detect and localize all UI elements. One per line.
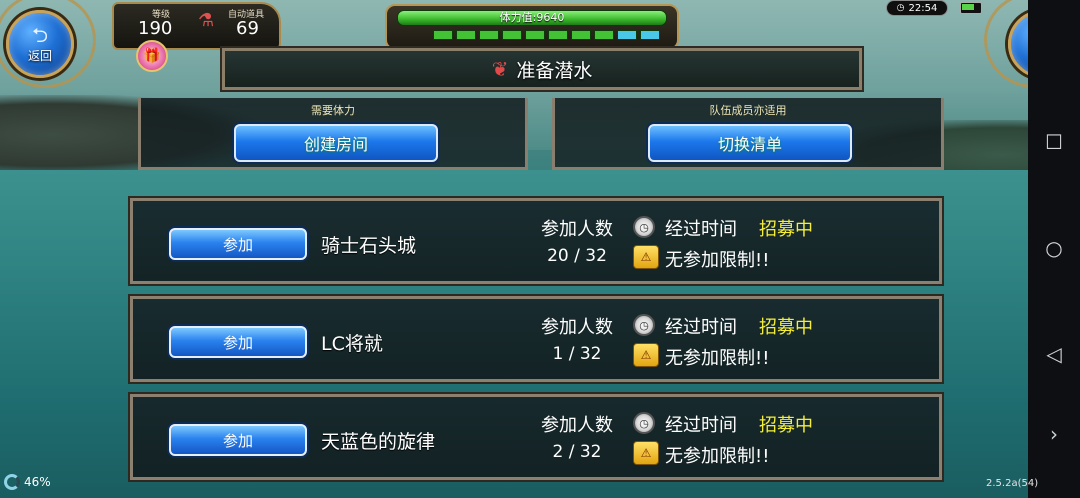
stamina-segment xyxy=(617,30,637,40)
join-button[interactable]: 参加 xyxy=(169,326,307,358)
participant-count: 1 / 32 xyxy=(552,344,602,364)
restriction-text: 无参加限制!! xyxy=(665,250,770,271)
chevron-right-icon[interactable]: › xyxy=(1028,414,1080,454)
elapsed-time-label: 经过时间 xyxy=(665,415,737,436)
clock-time: 22:54 xyxy=(908,2,938,14)
join-button[interactable]: 参加 xyxy=(169,228,307,260)
dive-icon: ❦ xyxy=(491,57,509,81)
stamina-bar: 体力值:9640 xyxy=(397,10,667,26)
list-item: 参加 LC将就 参加人数 1 / 32 ◷ 经过时间 招募中 ⚠ 无参加限制!! xyxy=(128,294,944,384)
create-room-panel: 需要体力 创建房间 xyxy=(138,98,528,170)
join-button[interactable]: 参加 xyxy=(169,424,307,456)
stamina-segment xyxy=(594,30,614,40)
switch-list-button[interactable]: 切换清单 xyxy=(648,124,852,162)
stamina-required-label: 需要体力 xyxy=(311,104,355,117)
stamina-segment xyxy=(640,30,660,40)
switch-list-panel: 队伍成员亦适用 切换清单 xyxy=(552,98,944,170)
restriction-icon: ⚠ xyxy=(633,245,659,269)
stamina-segment xyxy=(433,30,453,40)
list-item: 参加 天蓝色的旋律 参加人数 2 / 32 ◷ 经过时间 招募中 ⚠ 无参加限制… xyxy=(128,392,944,482)
progress-indicator: 46% xyxy=(4,474,51,490)
return-arrow-icon: ⮌ xyxy=(31,22,49,47)
back-button[interactable]: ⮌ 返回 xyxy=(6,10,74,78)
stamina-segment xyxy=(525,30,545,40)
list-item: 参加 骑士石头城 参加人数 20 / 32 ◷ 经过时间 招募中 ⚠ 无参加限制… xyxy=(128,196,944,286)
stopwatch-icon: ◷ xyxy=(633,412,655,434)
restriction-icon: ⚠ xyxy=(633,441,659,465)
home-circle-icon[interactable]: ○ xyxy=(1028,228,1080,268)
create-room-button[interactable]: 创建房间 xyxy=(234,124,438,162)
room-name: 天蓝色的旋律 xyxy=(321,431,436,453)
participant-count: 2 / 32 xyxy=(552,442,602,462)
recent-apps-icon[interactable]: ☐ xyxy=(1028,122,1080,162)
title-bar: ❦ 准备潜水 xyxy=(220,46,864,92)
stamina-segment xyxy=(548,30,568,40)
level-value: 190 xyxy=(138,18,173,39)
participant-count: 20 / 32 xyxy=(547,246,607,266)
status-badge: 招募中 xyxy=(759,219,813,240)
gift-icon[interactable]: 🎁 xyxy=(136,40,168,72)
elapsed-time-label: 经过时间 xyxy=(665,219,737,240)
restriction-icon: ⚠ xyxy=(633,343,659,367)
restriction-text: 无参加限制!! xyxy=(665,446,770,467)
stopwatch-icon: ◷ xyxy=(633,314,655,336)
page-title: 准备潜水 xyxy=(516,59,593,82)
back-button-label: 返回 xyxy=(27,48,52,63)
potion-icon: ⚗ xyxy=(198,10,215,31)
participant-count-label: 参加人数 xyxy=(541,415,613,436)
status-badge: 招募中 xyxy=(759,415,813,436)
system-nav-bar: ☐ ○ ◁ › xyxy=(1028,0,1080,498)
stamina-segment xyxy=(571,30,591,40)
stamina-segment xyxy=(479,30,499,40)
participant-count-label: 参加人数 xyxy=(541,317,613,338)
progress-percent: 46% xyxy=(24,475,51,489)
player-stats-box: 等级 190 ⚗ 自动道具 69 xyxy=(112,2,281,50)
back-triangle-icon[interactable]: ◁ xyxy=(1028,334,1080,374)
auto-item-value: 69 xyxy=(236,18,259,39)
stopwatch-icon: ◷ xyxy=(633,216,655,238)
clock-icon: ◷ xyxy=(896,3,905,13)
stamina-segment xyxy=(502,30,522,40)
stamina-segments xyxy=(433,30,660,40)
restriction-text: 无参加限制!! xyxy=(665,348,770,369)
clock: ◷ 22:54 xyxy=(886,0,948,16)
participant-count-label: 参加人数 xyxy=(541,219,613,240)
progress-ring-icon xyxy=(4,474,20,490)
room-name: 骑士石头城 xyxy=(321,235,417,257)
team-members-label: 队伍成员亦适用 xyxy=(709,104,787,117)
stamina-segment xyxy=(456,30,476,40)
stamina-text: 体力值:9640 xyxy=(499,11,565,24)
stamina-frame: 体力值:9640 xyxy=(385,4,679,50)
room-name: LC将就 xyxy=(321,333,383,355)
version-label: 2.5.2a(54) xyxy=(986,478,1039,489)
status-badge: 招募中 xyxy=(759,317,813,338)
battery-icon xyxy=(960,2,982,14)
elapsed-time-label: 经过时间 xyxy=(665,317,737,338)
